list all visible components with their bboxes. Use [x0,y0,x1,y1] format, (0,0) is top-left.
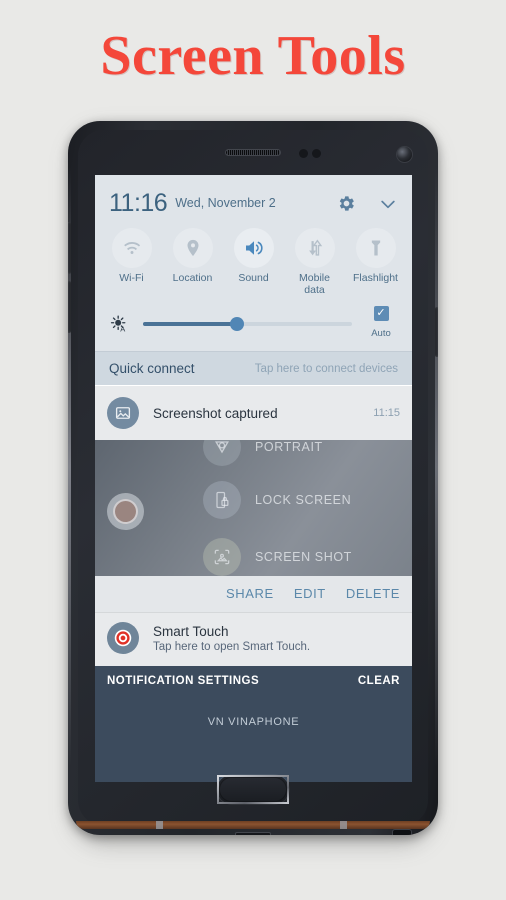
carrier-zone: VN VINAPHONE [95,696,412,748]
edit-button[interactable]: EDIT [294,586,326,601]
brightness-slider[interactable] [143,316,352,332]
auto-label: Auto [371,328,391,339]
speaker-icon [233,228,274,268]
usb-port [235,832,271,835]
floating-touch-ball[interactable] [107,493,144,530]
notification-title: Screenshot captured [153,405,278,421]
wifi-icon [111,228,152,268]
status-header: 11:16 Wed, November 2 [95,175,412,226]
front-camera-icon [397,147,412,162]
antenna-gap-left [156,821,163,829]
quick-connect-hint: Tap here to connect devices [254,362,398,375]
svg-text:A: A [120,324,125,333]
quick-toggle-label: Sound [238,272,269,284]
screenshot-icon [203,538,241,576]
notification-bottom-bar: NOTIFICATION SETTINGS CLEAR [95,664,412,696]
home-button[interactable] [217,775,289,804]
quick-toggle-label: Flashlight [353,272,398,284]
headphone-port [392,829,412,835]
page-title: Screen Tools [100,25,406,87]
location-pin-icon [172,228,213,268]
delete-button[interactable]: DELETE [346,586,400,601]
preview-option-label: PORTRAIT [255,440,323,454]
flashlight-icon [355,228,396,268]
brightness-row: A ✓ Auto [95,300,412,351]
slider-fill [143,321,238,326]
image-icon [107,397,139,429]
light-sensor-icon [312,149,321,158]
preview-option-lock-screen[interactable]: LOCK SCREEN [203,481,351,519]
floating-ball-center [113,499,138,524]
quick-settings-panel: 11:16 Wed, November 2 Wi-Fi Location Sou… [95,175,412,351]
notification-smart-touch[interactable]: Smart Touch Tap here to open Smart Touch… [95,612,412,664]
phone-screen: 11:16 Wed, November 2 Wi-Fi Location Sou… [95,175,412,782]
quick-toggle-location[interactable]: Location [162,228,223,296]
copper-trim [76,821,430,829]
notification-screenshot[interactable]: Screenshot captured 11:15 [95,385,412,440]
brightness-auto-icon: A [109,314,131,334]
share-button[interactable]: SHARE [226,586,274,601]
smart-touch-title: Smart Touch [153,623,229,639]
clock-date: Wed, November 2 [175,195,276,210]
preview-option-screen-shot[interactable]: SCREEN SHOT [203,538,352,576]
home-button-inner [220,778,286,801]
earpiece-speaker [225,149,281,156]
quick-toggle-wifi[interactable]: Wi-Fi [101,228,162,296]
preview-option-label: SCREEN SHOT [255,550,352,564]
quick-toggle-flashlight[interactable]: Flashlight [345,228,406,296]
quick-toggle-sound[interactable]: Sound [223,228,284,296]
checkbox-checked-icon: ✓ [373,306,389,321]
quick-toggle-label: Location [172,272,213,284]
proximity-sensor-icon [299,149,308,158]
preview-option-portrait[interactable]: PORTRAIT [203,440,323,466]
target-icon [107,622,139,654]
carrier-label: VN VINAPHONE [207,716,300,728]
quick-connect-title: Quick connect [109,361,195,376]
gear-icon[interactable] [337,194,356,213]
data-arrows-icon [294,228,335,268]
quick-toggle-label: Mobile data [299,272,330,296]
smart-touch-subtitle: Tap here to open Smart Touch. [153,640,311,653]
clear-button[interactable]: CLEAR [358,675,400,687]
phone-rim-right [435,167,438,767]
notification-settings-button[interactable]: NOTIFICATION SETTINGS [107,675,259,687]
slider-knob[interactable] [230,316,245,331]
quick-toggle-mobile-data[interactable]: Mobile data [284,228,345,296]
notification-time: 11:15 [373,407,400,419]
chevron-down-icon[interactable] [378,194,398,214]
phone-device: 11:16 Wed, November 2 Wi-Fi Location Sou… [68,121,438,835]
preview-actions: SHARE EDIT DELETE [95,576,412,612]
clock-time: 11:16 [109,189,168,217]
preview-option-label: LOCK SCREEN [255,493,352,507]
quick-toggle-row: Wi-Fi Location Sound Mobile data Flashli… [95,226,412,300]
portrait-icon [203,440,241,466]
quick-toggle-label: Wi-Fi [119,272,144,284]
volume-up-button[interactable] [68,222,71,274]
power-button[interactable] [435,307,438,357]
auto-brightness-toggle[interactable]: ✓ Auto [364,306,398,341]
lock-screen-icon [203,481,241,519]
volume-down-button[interactable] [68,281,71,333]
quick-connect-row[interactable]: Quick connect Tap here to connect device… [95,351,412,385]
antenna-gap-right [340,821,347,829]
screenshot-preview[interactable]: PORTRAIT LOCK SCREEN SCREEN SHOT [95,440,412,576]
